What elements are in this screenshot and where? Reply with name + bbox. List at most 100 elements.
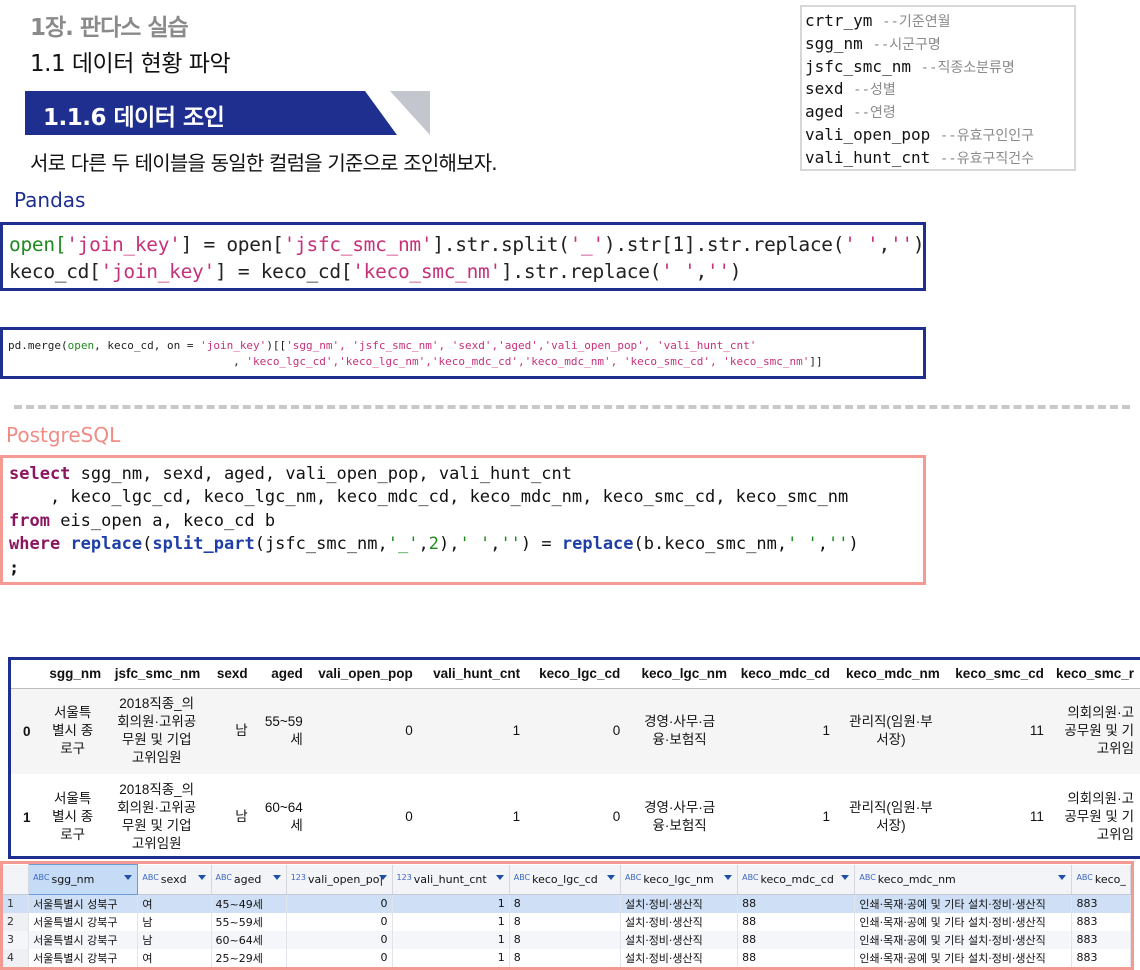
grid-cell[interactable]: 88	[737, 894, 856, 913]
grid-column-header[interactable]: ABC sgg_nm	[28, 864, 139, 895]
grid-cell[interactable]: 설치·정비·생산직	[620, 912, 739, 931]
grid-cell[interactable]: 인쇄·목재·공예 및 기타 설치·정비·생산직	[854, 894, 1073, 913]
filter-dropdown-icon[interactable]	[841, 874, 850, 880]
legend-row: vali_open_pop --유효구인인구	[805, 125, 1074, 148]
grid-column-header[interactable]: 123 vali_open_po|	[286, 864, 393, 895]
grid-cell[interactable]: 1	[392, 912, 510, 931]
grid-column-header[interactable]: ABC keco_lgc_cd	[509, 864, 621, 895]
grid-cell[interactable]: 8	[509, 894, 621, 913]
dataframe-column-header: keco_lgc_nm	[626, 660, 734, 689]
grid-row[interactable]: 3 서울특별시 강북구 남 60~64세 0 1 8 설치·정비·생산직 88 인쇄·목재·공예 …	[3, 930, 1131, 949]
sql-code-block[interactable]: select sgg_nm, sexd, aged, vali_open_pop…	[0, 455, 926, 585]
grid-cell[interactable]: 8	[509, 912, 621, 931]
pandas-code-block[interactable]: open['join_key'] = open['jsfc_smc_nm'].s…	[0, 222, 926, 291]
grid-row[interactable]: 2 서울특별시 강북구 남 55~59세 0 1 8 설치·정비·생산직 88 인쇄·목재·공예 …	[3, 912, 1131, 931]
filter-dropdown-icon[interactable]	[124, 875, 133, 880]
grid-column-header[interactable]: 123 vali_hunt_cnt	[392, 864, 510, 895]
grid-cell[interactable]: 설치·정비·생산직	[620, 894, 739, 913]
grid-cell[interactable]: 설치·정비·생산직	[620, 948, 739, 967]
code-token: ),	[438, 534, 460, 555]
result-grid[interactable]: ABC sgg_nm ABC sexd ABC aged 123 vali_open_po| 1…	[0, 861, 1134, 970]
grid-cell[interactable]: 1	[392, 930, 510, 949]
grid-cell[interactable]: 88	[737, 948, 856, 967]
grid-corner-cell[interactable]	[3, 864, 30, 895]
grid-column-header[interactable]: ABC keco_	[1071, 864, 1131, 895]
filter-dropdown-icon[interactable]	[272, 874, 281, 880]
grid-cell[interactable]: 여	[137, 948, 212, 967]
code-line: , 'keco_lgc_cd','keco_lgc_nm','keco_mdc_…	[8, 354, 923, 370]
grid-cell[interactable]: 남	[137, 912, 212, 931]
grid-cell[interactable]: 남	[137, 930, 212, 949]
grid-column-header[interactable]: ABC keco_mdc_cd	[737, 864, 856, 895]
grid-cell[interactable]: 883	[1071, 912, 1131, 931]
grid-cell[interactable]: 45~49세	[211, 894, 287, 913]
grid-cell[interactable]: 883	[1071, 894, 1131, 913]
grid-cell[interactable]: 인쇄·목재·공예 및 기타 설치·정비·생산직	[854, 930, 1073, 949]
grid-cell[interactable]: 0	[286, 894, 393, 913]
filter-dropdown-icon[interactable]	[378, 874, 387, 880]
grid-cell[interactable]: 1	[392, 948, 510, 967]
code-token: )[[	[266, 339, 287, 352]
section-divider	[14, 405, 1130, 409]
grid-cell[interactable]: 서울특별시 강북구	[28, 930, 139, 949]
sql-keyword: select	[9, 464, 71, 484]
code-line: pd.merge(open, keco_cd, on = 'join_key')…	[8, 338, 923, 354]
grid-cell[interactable]: 서울특별시 강북구	[28, 912, 139, 931]
code-line: from eis_open a, keco_cd b	[9, 510, 923, 533]
grid-column-name: sgg_nm	[51, 873, 95, 886]
grid-cell[interactable]: 1	[392, 894, 510, 913]
grid-cell[interactable]: 883	[1071, 930, 1131, 949]
grid-cell[interactable]: 8	[509, 930, 621, 949]
code-line: open['join_key'] = open['jsfc_smc_nm'].s…	[9, 231, 925, 258]
code-string: 'sgg_nm', 'jsfc_smc_nm', 'sexd','aged','…	[286, 339, 757, 352]
legend-comment: --연령	[853, 105, 896, 122]
dataframe-cell: 1	[418, 688, 527, 774]
grid-cell[interactable]: 60~64세	[211, 930, 287, 949]
code-string: 'keco_lgc_cd','keco_lgc_nm','keco_mdc_cd…	[246, 355, 810, 368]
dataframe-cell: 55~59 세	[253, 688, 309, 774]
grid-row-number[interactable]: 2	[3, 912, 30, 931]
grid-cell[interactable]: 25~29세	[211, 948, 287, 967]
dataframe-cell: 1	[512, 809, 521, 824]
grid-row[interactable]: 4 서울특별시 강북구 여 25~29세 0 1 8 설치·정비·생산직 88 인쇄·목재·공예 …	[3, 948, 1131, 967]
grid-cell[interactable]: 8	[509, 948, 621, 967]
grid-cell[interactable]: 883	[1071, 948, 1131, 967]
code-line: keco_cd['join_key'] = keco_cd['keco_smc_…	[9, 258, 923, 285]
grid-column-header[interactable]: ABC keco_mdc_nm	[854, 864, 1073, 895]
grid-cell[interactable]: 0	[286, 948, 393, 967]
grid-row-number[interactable]: 3	[3, 930, 30, 949]
grid-cell[interactable]: 서울특별시 강북구	[28, 948, 139, 967]
legend-comment: --기준연월	[882, 14, 951, 30]
grid-cell[interactable]: 여	[137, 894, 212, 913]
grid-cell[interactable]: 88	[737, 930, 856, 949]
grid-column-header[interactable]: ABC keco_lgc_nm	[620, 864, 739, 895]
dataframe-cell: 서울특 별시 종 로구	[52, 791, 94, 842]
filter-dropdown-icon[interactable]	[1058, 874, 1067, 880]
dataframe-column-header: keco_mdc_cd	[733, 660, 837, 689]
grid-cell[interactable]: 0	[286, 930, 393, 949]
grid-cell[interactable]: 설치·정비·생산직	[620, 930, 739, 949]
grid-cell[interactable]: 인쇄·목재·공예 및 기타 설치·정비·생산직	[854, 912, 1073, 931]
grid-column-header[interactable]: ABC sexd	[137, 864, 212, 895]
grid-cell[interactable]: 88	[737, 912, 856, 931]
chapter-title: 1장. 판다스 실습	[30, 15, 189, 41]
grid-row-number[interactable]: 4	[3, 948, 30, 967]
grid-cell[interactable]: 0	[286, 912, 393, 931]
filter-dropdown-icon[interactable]	[606, 874, 615, 880]
legend-row: crtr_ym --기준연월	[805, 11, 1074, 34]
grid-cell[interactable]: 서울특별시 성북구	[28, 894, 139, 913]
filter-dropdown-icon[interactable]	[197, 874, 206, 880]
dataframe-cell: 0	[612, 809, 621, 824]
grid-cell[interactable]: 55~59세	[211, 912, 287, 931]
legend-column: jsfc_smc_nm	[805, 56, 911, 76]
filter-dropdown-icon[interactable]	[495, 874, 504, 880]
code-token: ].str.split(	[432, 233, 570, 256]
filter-dropdown-icon[interactable]	[724, 874, 733, 880]
grid-row[interactable]: 1 서울특별시 성북구 여 45~49세 0 1 8 설치·정비·생산직 88 인쇄·목재·공예 …	[3, 894, 1131, 913]
grid-cell[interactable]: 인쇄·목재·공예 및 기타 설치·정비·생산직	[854, 948, 1073, 967]
grid-column-header[interactable]: ABC aged	[211, 864, 287, 895]
merge-code-block[interactable]: pd.merge(open, keco_cd, on = 'join_key')…	[0, 327, 926, 379]
code-token: ).str[1].str.replace(	[603, 233, 845, 256]
code-string: 'keco_smc_nm'	[352, 260, 501, 283]
grid-row-number[interactable]: 1	[3, 894, 30, 913]
